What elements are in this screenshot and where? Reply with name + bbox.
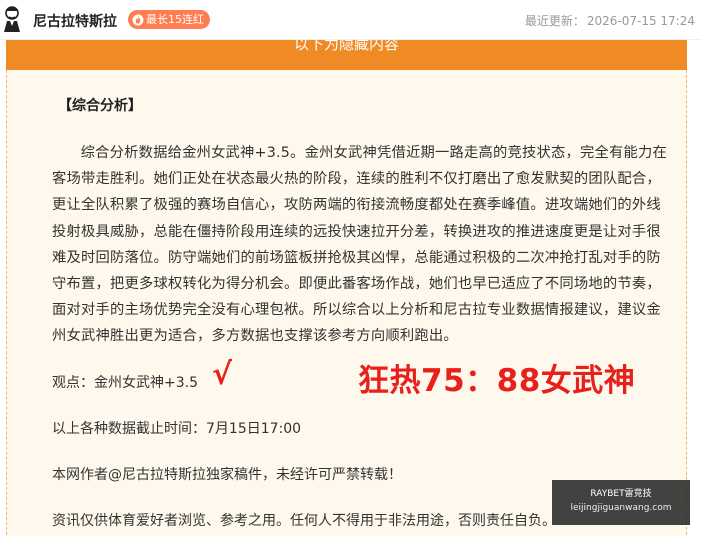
data-cutoff-note: 以上各种数据截止时间：7月15日17:00 [52,421,302,437]
streak-badge-label: 最长15连红 [146,13,204,26]
hidden-content-banner-text: 以下为隐藏内容 [293,40,399,53]
avatar-icon[interactable] [2,5,22,33]
update-info: 最近更新： 2026-07-15 17:24 [523,12,695,29]
disclaimer-note: 资讯仅供体育爱好者浏览、参考之用。任何人不得用于非法用途，否则责任自负。 [52,513,556,529]
site-watermark: RAYBET雷竞技 leijingjiguanwang.com [552,480,690,525]
copyright-note: 本网作者@尼古拉特斯拉独家稿件，未经许可严禁转载！ [52,467,402,483]
hidden-content-banner: 以下为隐藏内容 [6,40,687,70]
check-mark-icon: √ [212,357,233,392]
update-label: 最近更新： [524,14,585,28]
streak-badge: 最长15连红 [128,10,210,29]
post-header: 尼古拉特斯拉 最长15连红 最近更新： 2026-07-15 17:24 [0,0,701,40]
viewpoint: 观点：金州女武神+3.5 [52,375,198,391]
update-time: 2026-07-15 17:24 [586,14,695,28]
result-stamp: 狂热75：88女武神 [358,363,636,399]
analysis-paragraph: 综合分析数据给金州女武神+3.5。金州女武神凭借近期一路走高的竞技状态，完全有能… [52,145,667,345]
watermark-title: RAYBET雷竞技 [590,489,652,499]
section-title: 【综合分析】 [58,98,142,114]
watermark-url: leijingjiguanwang.com [570,503,672,513]
flame-icon [132,14,144,25]
author-name[interactable]: 尼古拉特斯拉 [33,11,117,31]
